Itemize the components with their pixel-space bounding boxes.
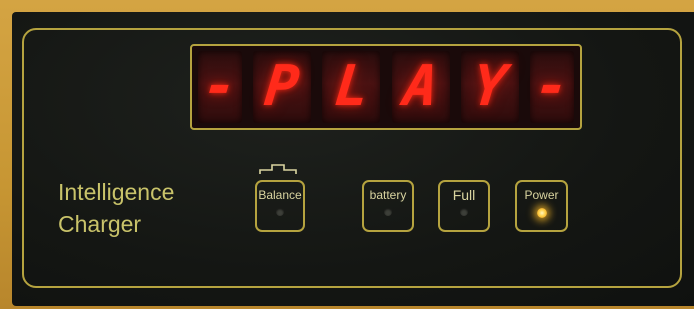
display-digit: A [391, 51, 450, 123]
balance-indicator: Balance [255, 180, 305, 232]
full-label: Full [452, 187, 476, 203]
balance-symbol-icon [259, 164, 297, 174]
battery-label: battery [369, 188, 407, 202]
battery-indicator: battery [362, 180, 414, 232]
seven-segment-display: - P L A Y - [190, 44, 582, 130]
display-char: Y [469, 54, 511, 119]
power-indicator: Power [515, 180, 568, 232]
full-led-icon [460, 208, 468, 216]
charger-photo: - P L A Y - Intelligence Charger Balance… [0, 0, 694, 309]
display-char: - [531, 54, 573, 119]
brand-line-2: Charger [58, 211, 142, 237]
brand-line-1: Intelligence [58, 179, 175, 205]
display-digit: L [322, 51, 381, 123]
balance-led-icon [276, 208, 284, 216]
full-indicator: Full [438, 180, 490, 232]
display-digit: Y [460, 51, 519, 123]
balance-label: Balance [258, 188, 302, 202]
display-char: A [400, 54, 441, 119]
display-char: L [331, 54, 372, 119]
display-digit: P [253, 51, 312, 123]
display-char: - [199, 54, 241, 119]
power-led-icon [536, 208, 547, 218]
battery-led-icon [384, 208, 392, 216]
display-char: P [261, 54, 303, 119]
display-digit: - [529, 51, 574, 123]
display-digit: - [198, 51, 242, 123]
brand-label: Intelligence Charger [58, 176, 174, 240]
power-label: Power [524, 188, 559, 202]
